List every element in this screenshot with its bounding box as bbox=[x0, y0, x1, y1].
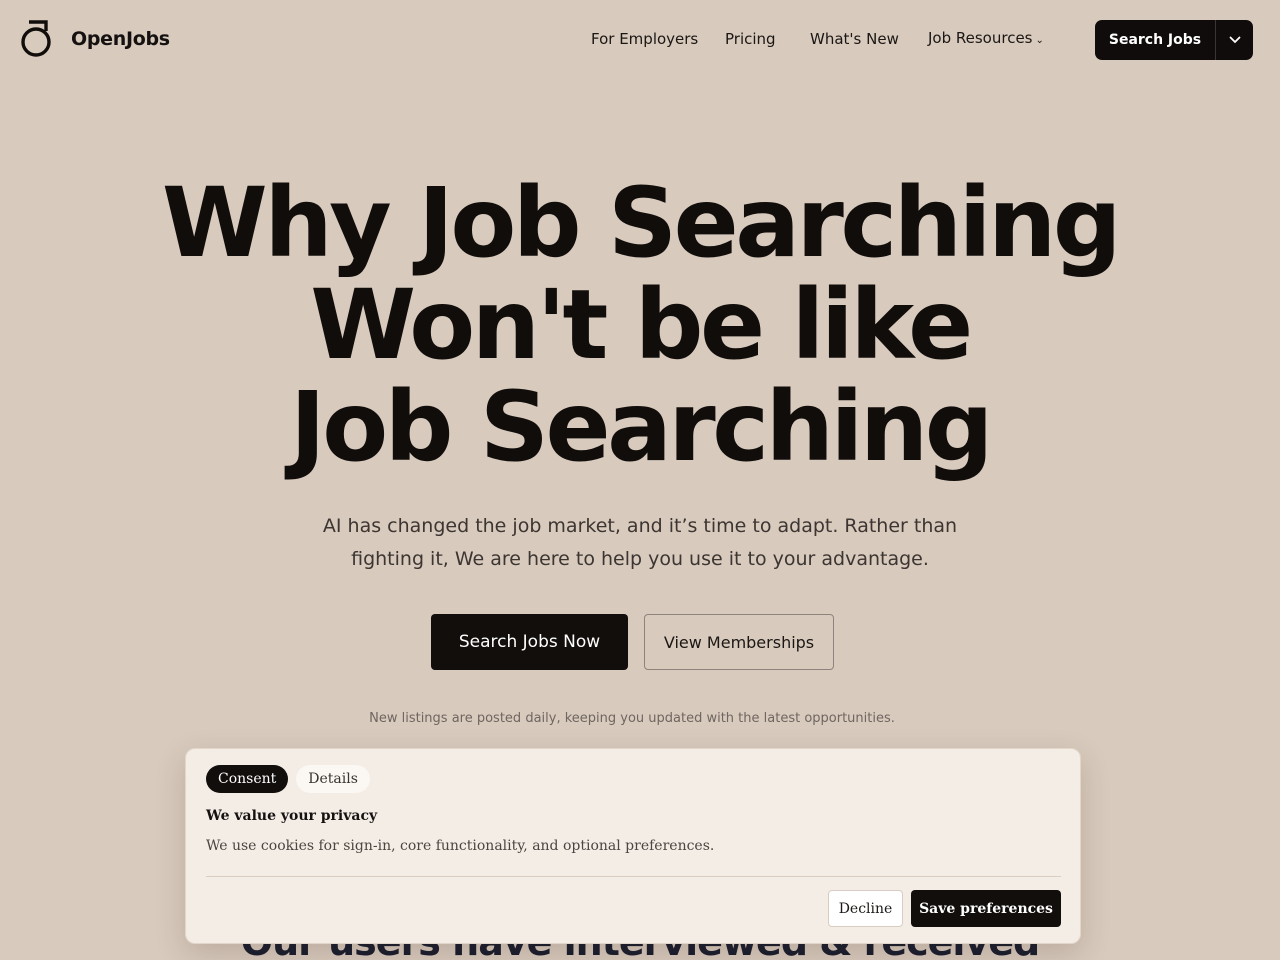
search-jobs-dropdown-toggle[interactable] bbox=[1216, 20, 1253, 60]
search-jobs-now-button[interactable]: Search Jobs Now bbox=[431, 614, 628, 670]
nav-job-resources-label: Job Resources bbox=[928, 29, 1033, 47]
nav-whats-new[interactable]: What's New bbox=[810, 30, 899, 48]
tab-details[interactable]: Details bbox=[296, 765, 370, 793]
main-nav: For Employers Pricing What's New Job Res… bbox=[0, 29, 1280, 50]
hero-subtitle-line-2: fighting it, We are here to help you use… bbox=[351, 548, 929, 570]
tab-consent[interactable]: Consent bbox=[206, 765, 289, 793]
nav-pricing[interactable]: Pricing bbox=[725, 30, 776, 48]
consent-body: We use cookies for sign-in, core functio… bbox=[206, 838, 715, 854]
cookie-consent-dialog: Consent Details We value your privacy We… bbox=[185, 748, 1081, 944]
consent-divider bbox=[206, 876, 1061, 877]
chevron-down-icon bbox=[1229, 36, 1240, 44]
hero-title-line-1: Why Job Searching bbox=[161, 167, 1122, 279]
nav-for-employers[interactable]: For Employers bbox=[591, 30, 698, 48]
hero-title-line-2: Won't be like bbox=[310, 269, 973, 381]
hero-subtitle-line-1: AI has changed the job market, and it’s … bbox=[322, 515, 958, 537]
hero-title-line-3: Job Searching bbox=[290, 371, 993, 483]
consent-tabs: Consent Details bbox=[206, 765, 370, 793]
chevron-down-icon: ⌄ bbox=[1035, 35, 1044, 46]
decline-button[interactable]: Decline bbox=[828, 890, 903, 927]
search-jobs-button[interactable]: Search Jobs bbox=[1095, 20, 1216, 60]
hero-note: New listings are posted daily, keeping y… bbox=[369, 711, 895, 726]
search-jobs-split-button: Search Jobs bbox=[1095, 20, 1253, 60]
nav-job-resources[interactable]: Job Resources ⌄ bbox=[928, 29, 1044, 47]
view-memberships-button[interactable]: View Memberships bbox=[644, 614, 834, 670]
hero-subtitle: AI has changed the job market, and it’s … bbox=[310, 510, 970, 576]
save-preferences-button[interactable]: Save preferences bbox=[911, 890, 1061, 927]
hero-title: Why Job Searching Won't be like Job Sear… bbox=[0, 172, 1280, 478]
site-header: OpenJobs For Employers Pricing What's Ne… bbox=[0, 0, 1280, 80]
consent-title: We value your privacy bbox=[206, 808, 378, 824]
